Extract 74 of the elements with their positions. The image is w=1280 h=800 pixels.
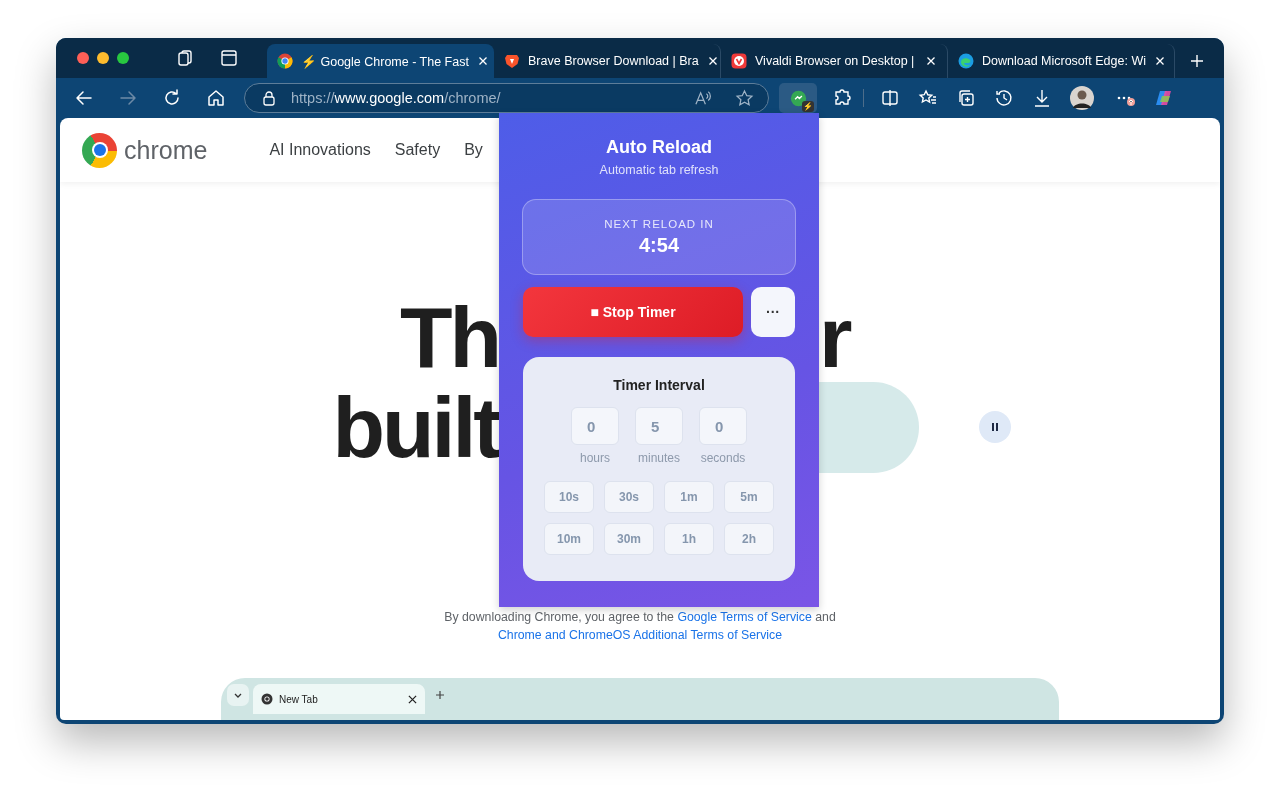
reload-icon[interactable] [162, 88, 182, 108]
split-screen-icon[interactable] [880, 88, 900, 108]
browser-tab[interactable]: Brave Browser Download | Bra [494, 44, 721, 78]
unit-label: minutes [638, 451, 680, 465]
preview-tab[interactable]: New Tab [253, 684, 425, 714]
avatar-icon[interactable] [1070, 86, 1094, 110]
popup-title: Auto Reload [606, 137, 712, 158]
logo-text[interactable]: chrome [124, 135, 208, 165]
close-window-button[interactable] [77, 52, 89, 64]
zoom-window-button[interactable] [117, 52, 129, 64]
terms-notice: By downloading Chrome, you agree to the Google Terms of Service and Chrome and ChromeOS Additional Terms of Service [443, 609, 837, 644]
tab-title: Brave Browser Download | Bra [528, 54, 699, 68]
hero-heading: r [819, 289, 850, 385]
unit-label: seconds [700, 451, 746, 465]
lightning-badge: ⚡ [802, 101, 814, 112]
pause-icon [989, 421, 1001, 433]
wave-logo-icon [958, 53, 974, 69]
minimize-window-button[interactable] [97, 52, 109, 64]
reload-badge-icon [789, 89, 807, 107]
more-button[interactable]: ··· [751, 287, 795, 337]
address-bar[interactable]: https://www.google.com/chrome/ [244, 83, 769, 113]
sidebar-icon[interactable] [219, 48, 239, 68]
nav-link[interactable]: AI Innovations [269, 141, 371, 159]
unit-label: hours [580, 451, 610, 465]
stop-timer-button[interactable]: ■ Stop Timer [523, 287, 743, 337]
lock-icon [261, 90, 277, 106]
close-icon[interactable] [1153, 55, 1166, 67]
chrome-logo-icon[interactable] [82, 132, 117, 168]
preset-button[interactable]: 1m [664, 481, 714, 513]
terms-link[interactable]: Chrome and ChromeOS Additional Terms of Service [497, 628, 783, 642]
workspaces-icon[interactable] [175, 48, 195, 68]
close-icon[interactable] [706, 55, 719, 67]
star-icon[interactable] [735, 88, 754, 108]
tab-title: Download Microsoft Edge: Wi [982, 54, 1146, 68]
interval-title: Timer Interval [613, 377, 705, 393]
preset-button[interactable]: 1h [664, 523, 714, 555]
puzzle-icon[interactable] [833, 88, 853, 108]
history-icon[interactable] [994, 88, 1014, 108]
popup-subtitle: Automatic tab refresh [599, 163, 719, 177]
v-logo-icon [731, 53, 747, 69]
url-text: https://www.google.com/chrome/ [291, 90, 502, 106]
extension-button[interactable]: ⚡ [779, 83, 817, 113]
home-icon[interactable] [206, 88, 226, 108]
tab-title: Vivaldi Browser on Desktop | [755, 54, 916, 68]
preset-button[interactable]: 30m [604, 523, 654, 555]
preset-button[interactable]: 5m [724, 481, 774, 513]
preset-button[interactable]: 10m [544, 523, 594, 555]
number-field[interactable]: 0 [699, 407, 747, 445]
number-field[interactable]: 0 [571, 407, 619, 445]
countdown-time: 4:54 [639, 233, 679, 257]
browser-tab[interactable]: ⚡ Google Chrome - The Fast [267, 44, 494, 78]
nav-link[interactable]: Safety [394, 141, 441, 159]
download-icon[interactable] [1032, 88, 1052, 108]
browser-tab[interactable]: Vivaldi Browser on Desktop | [721, 44, 948, 78]
collections-icon[interactable] [956, 88, 976, 108]
pause-button[interactable] [979, 411, 1011, 443]
copilot-icon[interactable] [1154, 88, 1174, 108]
tab-title: ⚡ Google Chrome - The Fast [301, 53, 469, 69]
preset-button[interactable]: 30s [604, 481, 654, 513]
number-field[interactable]: 5 [635, 407, 683, 445]
nav-link[interactable]: By [464, 141, 483, 159]
close-icon[interactable] [476, 55, 489, 67]
browser-tab[interactable]: Download Microsoft Edge: Wi [948, 44, 1175, 78]
chrome-icon [277, 53, 293, 69]
back-icon[interactable] [74, 88, 94, 108]
new-tab-icon[interactable] [435, 690, 445, 700]
lion-shield-icon [504, 53, 520, 69]
preset-button[interactable]: 2h [724, 523, 774, 555]
preset-button[interactable]: 10s [544, 481, 594, 513]
close-icon[interactable] [408, 694, 417, 704]
terms-link[interactable]: Google Terms of Service [677, 610, 812, 624]
chrome-icon [261, 693, 273, 705]
countdown-label: NEXT RELOAD IN [604, 217, 714, 230]
tab-title: New Tab [279, 693, 319, 705]
